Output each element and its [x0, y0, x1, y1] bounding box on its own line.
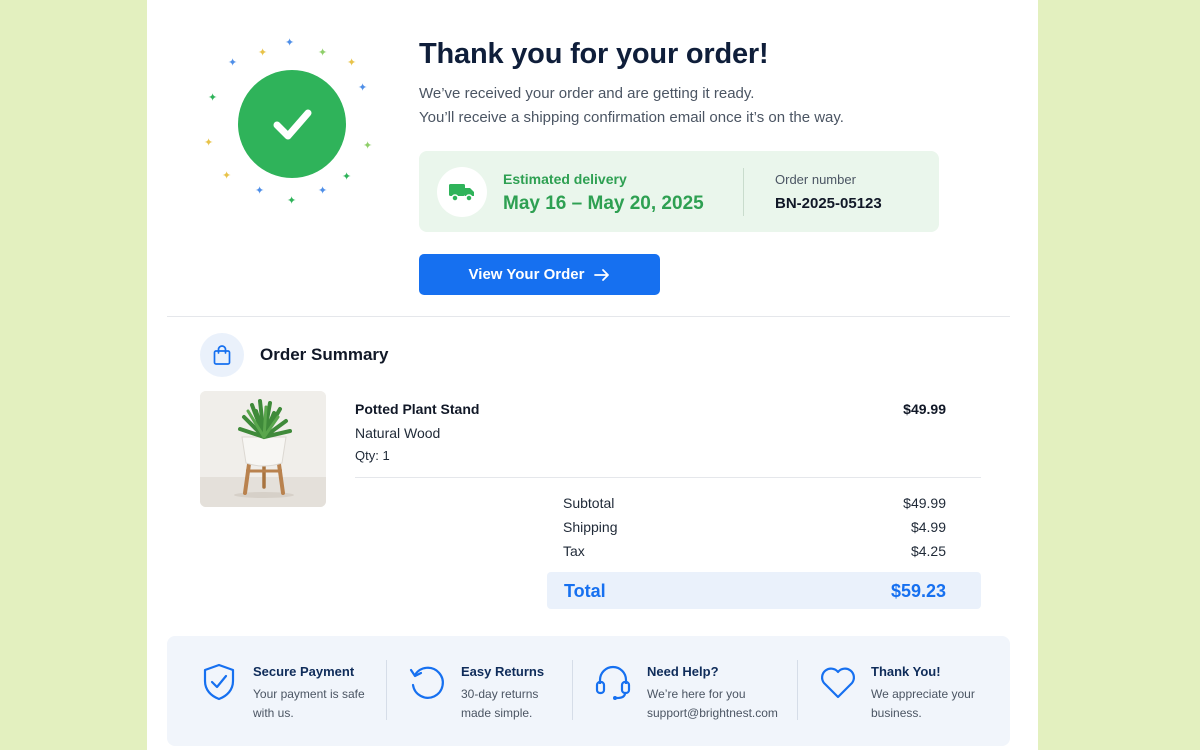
sparkle-icon: ✦ — [204, 137, 214, 149]
feature-line: with us. — [253, 706, 294, 720]
sparkle-icon: ✦ — [255, 185, 265, 197]
shield-check-icon — [203, 663, 235, 701]
eta-value: May 16 – May 20, 2025 — [503, 193, 704, 214]
subtitle-line: You’ll receive a shipping confirmation e… — [419, 109, 844, 126]
subtitle-line: We’ve received your order and are gettin… — [419, 85, 755, 102]
arrow-right-icon — [594, 268, 610, 281]
row-value: $49.99 — [903, 495, 946, 511]
feature-divider — [797, 660, 798, 720]
features-strip: Secure Payment Your payment is safe with… — [167, 636, 1010, 746]
checkmark-icon — [273, 109, 312, 140]
feature-line: made simple. — [461, 706, 533, 720]
feature-line: business. — [871, 706, 922, 720]
sparkle-icon: ✦ — [228, 57, 238, 69]
support-email-link[interactable]: support@brightnest.com — [647, 704, 778, 723]
order-number-label: Order number — [775, 172, 856, 187]
total-row: Total $59.23 — [547, 572, 981, 609]
feature-text: Your payment is safe with us. — [253, 685, 365, 723]
row-label: Shipping — [563, 519, 618, 535]
sparkle-icon: ✦ — [358, 82, 368, 94]
heart-icon — [821, 667, 855, 699]
sparkle-icon: ✦ — [222, 170, 232, 182]
success-graphic: ✦ ✦ ✦ ✦ ✦ ✦ ✦ ✦ ✦ ✦ ✦ ✦ ✦ ✦ — [200, 38, 380, 218]
feature-line: Your payment is safe — [253, 687, 365, 701]
feature-divider — [386, 660, 387, 720]
bag-badge — [200, 333, 244, 377]
truck-icon — [449, 184, 474, 202]
sparkle-icon: ✦ — [318, 47, 328, 59]
feature-line: We’re here for you — [647, 687, 746, 701]
feature-line: 30-day returns — [461, 687, 539, 701]
page-title: Thank you for your order! — [419, 38, 769, 70]
total-value: $59.23 — [890, 581, 946, 601]
feature-line: We appreciate your — [871, 687, 975, 701]
refresh-icon — [409, 666, 444, 699]
product-name: Potted Plant Stand — [355, 401, 480, 417]
confirmation-page: ✦ ✦ ✦ ✦ ✦ ✦ ✦ ✦ ✦ ✦ ✦ ✦ ✦ ✦ Thank you fo… — [147, 0, 1038, 750]
eta-label: Estimated delivery — [503, 171, 627, 187]
row-value: $4.25 — [910, 543, 946, 559]
sparkle-icon: ✦ — [287, 195, 297, 207]
product-image — [200, 391, 326, 507]
feature-text: We’re here for you support@brightnest.co… — [647, 685, 778, 723]
order-number-value: BN-2025-05123 — [775, 195, 882, 212]
sparkle-icon: ✦ — [258, 47, 268, 59]
headset-icon — [595, 665, 631, 700]
product-price: $49.99 — [903, 401, 946, 417]
product-quantity: Qty: 1 — [355, 448, 390, 463]
sparkle-icon: ✦ — [208, 92, 218, 104]
delivery-info-card: Estimated delivery May 16 – May 20, 2025… — [419, 151, 939, 232]
view-order-button[interactable]: View Your Order — [419, 254, 660, 295]
shopping-bag-icon — [213, 345, 231, 365]
sparkle-icon: ✦ — [285, 37, 295, 49]
total-label: Total — [564, 581, 606, 601]
product-variant: Natural Wood — [355, 425, 441, 441]
row-value: $4.99 — [910, 519, 946, 535]
truck-badge — [437, 167, 487, 217]
row-label: Tax — [563, 543, 585, 559]
feature-title: Thank You! — [871, 664, 941, 679]
divider — [743, 168, 744, 216]
sparkle-icon: ✦ — [363, 140, 373, 152]
sparkle-icon: ✦ — [347, 57, 357, 69]
section-divider — [167, 316, 1010, 317]
feature-text: 30-day returns made simple. — [461, 685, 538, 723]
page-subtitle: We’ve received your order and are gettin… — [419, 82, 939, 130]
item-divider — [355, 477, 981, 478]
feature-title: Secure Payment — [253, 664, 355, 679]
feature-title: Easy Returns — [461, 664, 545, 679]
success-badge — [238, 70, 346, 178]
view-order-label: View Your Order — [468, 266, 585, 283]
feature-text: We appreciate your business. — [871, 685, 975, 723]
row-label: Subtotal — [563, 495, 615, 511]
feature-title: Need Help? — [647, 664, 719, 679]
sparkle-icon: ✦ — [318, 185, 328, 197]
plant-stand-image — [200, 391, 326, 507]
feature-divider — [572, 660, 573, 720]
sparkle-icon: ✦ — [342, 171, 352, 183]
order-summary-title: Order Summary — [260, 345, 389, 364]
